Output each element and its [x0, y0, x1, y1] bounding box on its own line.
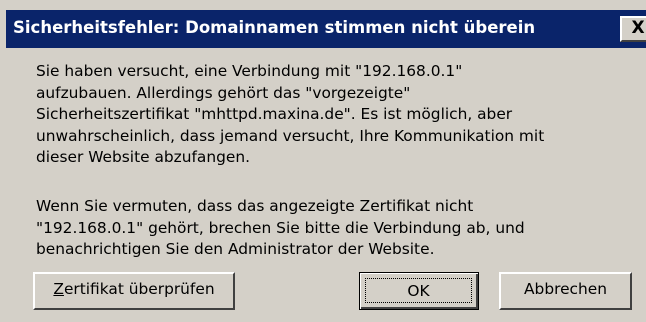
message-paragraph-1: Sie haben versucht, eine Verbindung mit … [36, 62, 545, 166]
close-icon: X [631, 18, 645, 38]
title-bar[interactable]: Sicherheitsfehler: Domainnamen stimmen n… [6, 10, 646, 48]
focus-rectangle: OK [365, 278, 472, 303]
close-button[interactable]: X [620, 16, 646, 42]
window-title: Sicherheitsfehler: Domainnamen stimmen n… [13, 18, 536, 37]
message-paragraph-2: Wenn Sie vermuten, dass das angezeigte Z… [36, 197, 525, 258]
ok-button[interactable]: OK [359, 272, 479, 310]
security-error-dialog: Sicherheitsfehler: Domainnamen stimmen n… [0, 0, 646, 322]
verify-certificate-button[interactable]: Zertifikat überprüfen [33, 272, 235, 310]
verify-certificate-label: ertifikat überprüfen [63, 280, 215, 298]
ok-label: OK [407, 282, 430, 300]
verify-certificate-mnemonic: Z [53, 280, 64, 298]
cancel-button[interactable]: Abbrechen [499, 272, 632, 310]
cancel-label: Abbrechen [524, 280, 607, 298]
